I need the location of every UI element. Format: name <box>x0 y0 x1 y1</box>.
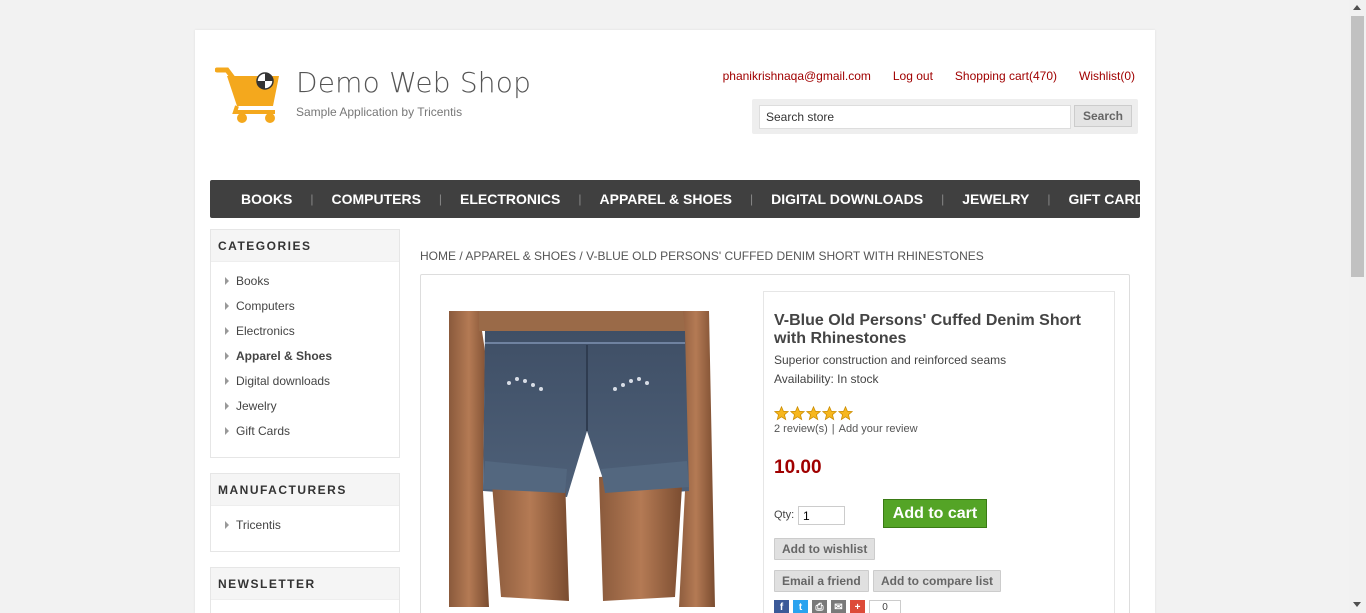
print-icon[interactable]: ⎙ <box>812 600 827 613</box>
star-icon <box>838 406 853 421</box>
star-icon <box>822 406 837 421</box>
nav-computers[interactable]: COMPUTERS <box>331 191 420 207</box>
category-label: Computers <box>236 298 295 313</box>
account-email-link[interactable]: phanikrishnaqa@gmail.com <box>723 69 871 83</box>
newsletter-block: NEWSLETTER <box>210 567 400 613</box>
search-button[interactable]: Search <box>1074 105 1132 127</box>
category-item-jewelry[interactable]: Jewelry <box>225 393 385 418</box>
nav-jewelry[interactable]: JEWELRY <box>962 191 1029 207</box>
category-label: Gift Cards <box>236 423 291 438</box>
category-label: Apparel & Shoes <box>236 348 333 363</box>
shopping-cart-link[interactable]: Shopping cart(470) <box>955 69 1057 83</box>
category-label: Books <box>236 273 270 288</box>
manufacturers-block: MANUFACTURERS Tricentis <box>210 473 400 552</box>
category-label: Digital downloads <box>236 373 331 388</box>
nav-separator: | <box>1047 192 1051 206</box>
email-friend-button[interactable]: Email a friend <box>774 570 869 592</box>
nav-separator: | <box>310 192 314 206</box>
facebook-icon[interactable]: f <box>774 600 789 613</box>
nav-books[interactable]: BOOKS <box>241 191 292 207</box>
header-links: phanikrishnaqa@gmail.com Log out Shoppin… <box>723 69 1135 83</box>
arrow-right-icon <box>225 520 229 529</box>
nav-separator: | <box>438 192 443 206</box>
arrow-right-icon <box>225 426 229 435</box>
category-item-computers[interactable]: Computers <box>225 293 385 318</box>
arrow-right-icon <box>225 376 229 385</box>
breadcrumb-home[interactable]: HOME <box>420 249 456 263</box>
product-short-description: Superior construction and reinforced sea… <box>774 353 1007 367</box>
logo-title: Demo Web Shop <box>296 66 532 99</box>
breadcrumb: HOME / APPAREL & SHOES / V-BLUE OLD PERS… <box>420 249 984 263</box>
categories-title: CATEGORIES <box>211 230 399 262</box>
rating-stars <box>774 406 853 421</box>
arrow-right-icon <box>225 326 229 335</box>
add-to-compare-button[interactable]: Add to compare list <box>873 570 1002 592</box>
category-item-digital-downloads[interactable]: Digital downloads <box>225 368 385 393</box>
search-box: Search <box>752 99 1138 134</box>
breadcrumb-current: V-BLUE OLD PERSONS' CUFFED DENIM SHORT W… <box>586 249 984 263</box>
add-review-link[interactable]: Add your review <box>839 423 918 435</box>
product-price: 10.00 <box>774 457 822 478</box>
category-item-gift-cards[interactable]: Gift Cards <box>225 418 385 443</box>
breadcrumb-separator: / <box>459 249 463 263</box>
arrow-right-icon <box>225 351 229 360</box>
nav-gift-cards[interactable]: GIFT CARDS <box>1068 191 1154 207</box>
plus-icon[interactable]: + <box>850 600 865 613</box>
page-scrollbar[interactable] <box>1349 0 1366 613</box>
category-item-apparel-shoes[interactable]: Apparel & Shoes <box>225 343 385 368</box>
site-logo[interactable]: Demo Web Shop Sample Application by Tric… <box>215 66 531 126</box>
share-buttons: f t ⎙ ✉ + 0 <box>774 600 901 613</box>
categories-block: CATEGORIES Books Computers Electronics A… <box>210 229 400 458</box>
product-availability: Availability: In stock <box>774 372 879 386</box>
shopping-cart-logo-icon <box>215 67 279 123</box>
product-name: V-Blue Old Persons' Cuffed Denim Short w… <box>774 312 1081 347</box>
nav-apparel-shoes[interactable]: APPAREL & SHOES <box>600 191 733 207</box>
arrow-right-icon <box>225 301 229 310</box>
add-to-cart-button[interactable]: Add to cart <box>883 499 987 528</box>
twitter-icon[interactable]: t <box>793 600 808 613</box>
qty-label: Qty: <box>774 509 795 521</box>
logo-subtitle: Sample Application by Tricentis <box>296 105 463 119</box>
breadcrumb-category[interactable]: APPAREL & SHOES <box>465 249 576 263</box>
manufacturer-label: Tricentis <box>236 517 281 532</box>
category-item-books[interactable]: Books <box>225 268 385 293</box>
nav-separator: | <box>750 192 754 206</box>
reviews-line: 2 review(s) | Add your review <box>774 423 918 435</box>
denim-shorts-picture <box>439 311 723 607</box>
reviews-link[interactable]: 2 review(s) <box>774 423 828 435</box>
manufacturer-item-tricentis[interactable]: Tricentis <box>225 512 385 537</box>
category-item-electronics[interactable]: Electronics <box>225 318 385 343</box>
scroll-up-icon[interactable] <box>1353 5 1361 10</box>
share-count: 0 <box>869 600 901 613</box>
product-overview: V-Blue Old Persons' Cuffed Denim Short w… <box>763 291 1115 613</box>
category-label: Electronics <box>236 323 295 338</box>
email-icon[interactable]: ✉ <box>831 600 846 613</box>
category-label: Jewelry <box>236 398 277 413</box>
scroll-down-icon[interactable] <box>1353 602 1361 607</box>
star-icon <box>774 406 789 421</box>
manufacturers-title: MANUFACTURERS <box>211 474 399 506</box>
product-image[interactable] <box>439 311 723 607</box>
star-icon <box>806 406 821 421</box>
search-input[interactable] <box>759 105 1071 129</box>
qty-input[interactable] <box>798 506 845 525</box>
nav-separator: | <box>941 192 945 206</box>
breadcrumb-separator: / <box>579 249 583 263</box>
arrow-right-icon <box>225 401 229 410</box>
arrow-right-icon <box>225 276 229 285</box>
star-icon <box>790 406 805 421</box>
top-menu: BOOKS | COMPUTERS | ELECTRONICS | APPARE… <box>210 180 1154 218</box>
reviews-separator: | <box>831 423 835 435</box>
product-details: V-Blue Old Persons' Cuffed Denim Short w… <box>420 274 1130 613</box>
nav-electronics[interactable]: ELECTRONICS <box>460 191 560 207</box>
scrollbar-thumb[interactable] <box>1351 16 1364 277</box>
page-container: Demo Web Shop Sample Application by Tric… <box>195 30 1155 613</box>
newsletter-title: NEWSLETTER <box>211 568 399 600</box>
nav-separator: | <box>578 192 582 206</box>
nav-digital-downloads[interactable]: DIGITAL DOWNLOADS <box>771 191 923 207</box>
wishlist-link[interactable]: Wishlist(0) <box>1079 69 1135 83</box>
logout-link[interactable]: Log out <box>893 69 933 83</box>
add-to-wishlist-button[interactable]: Add to wishlist <box>774 538 876 560</box>
